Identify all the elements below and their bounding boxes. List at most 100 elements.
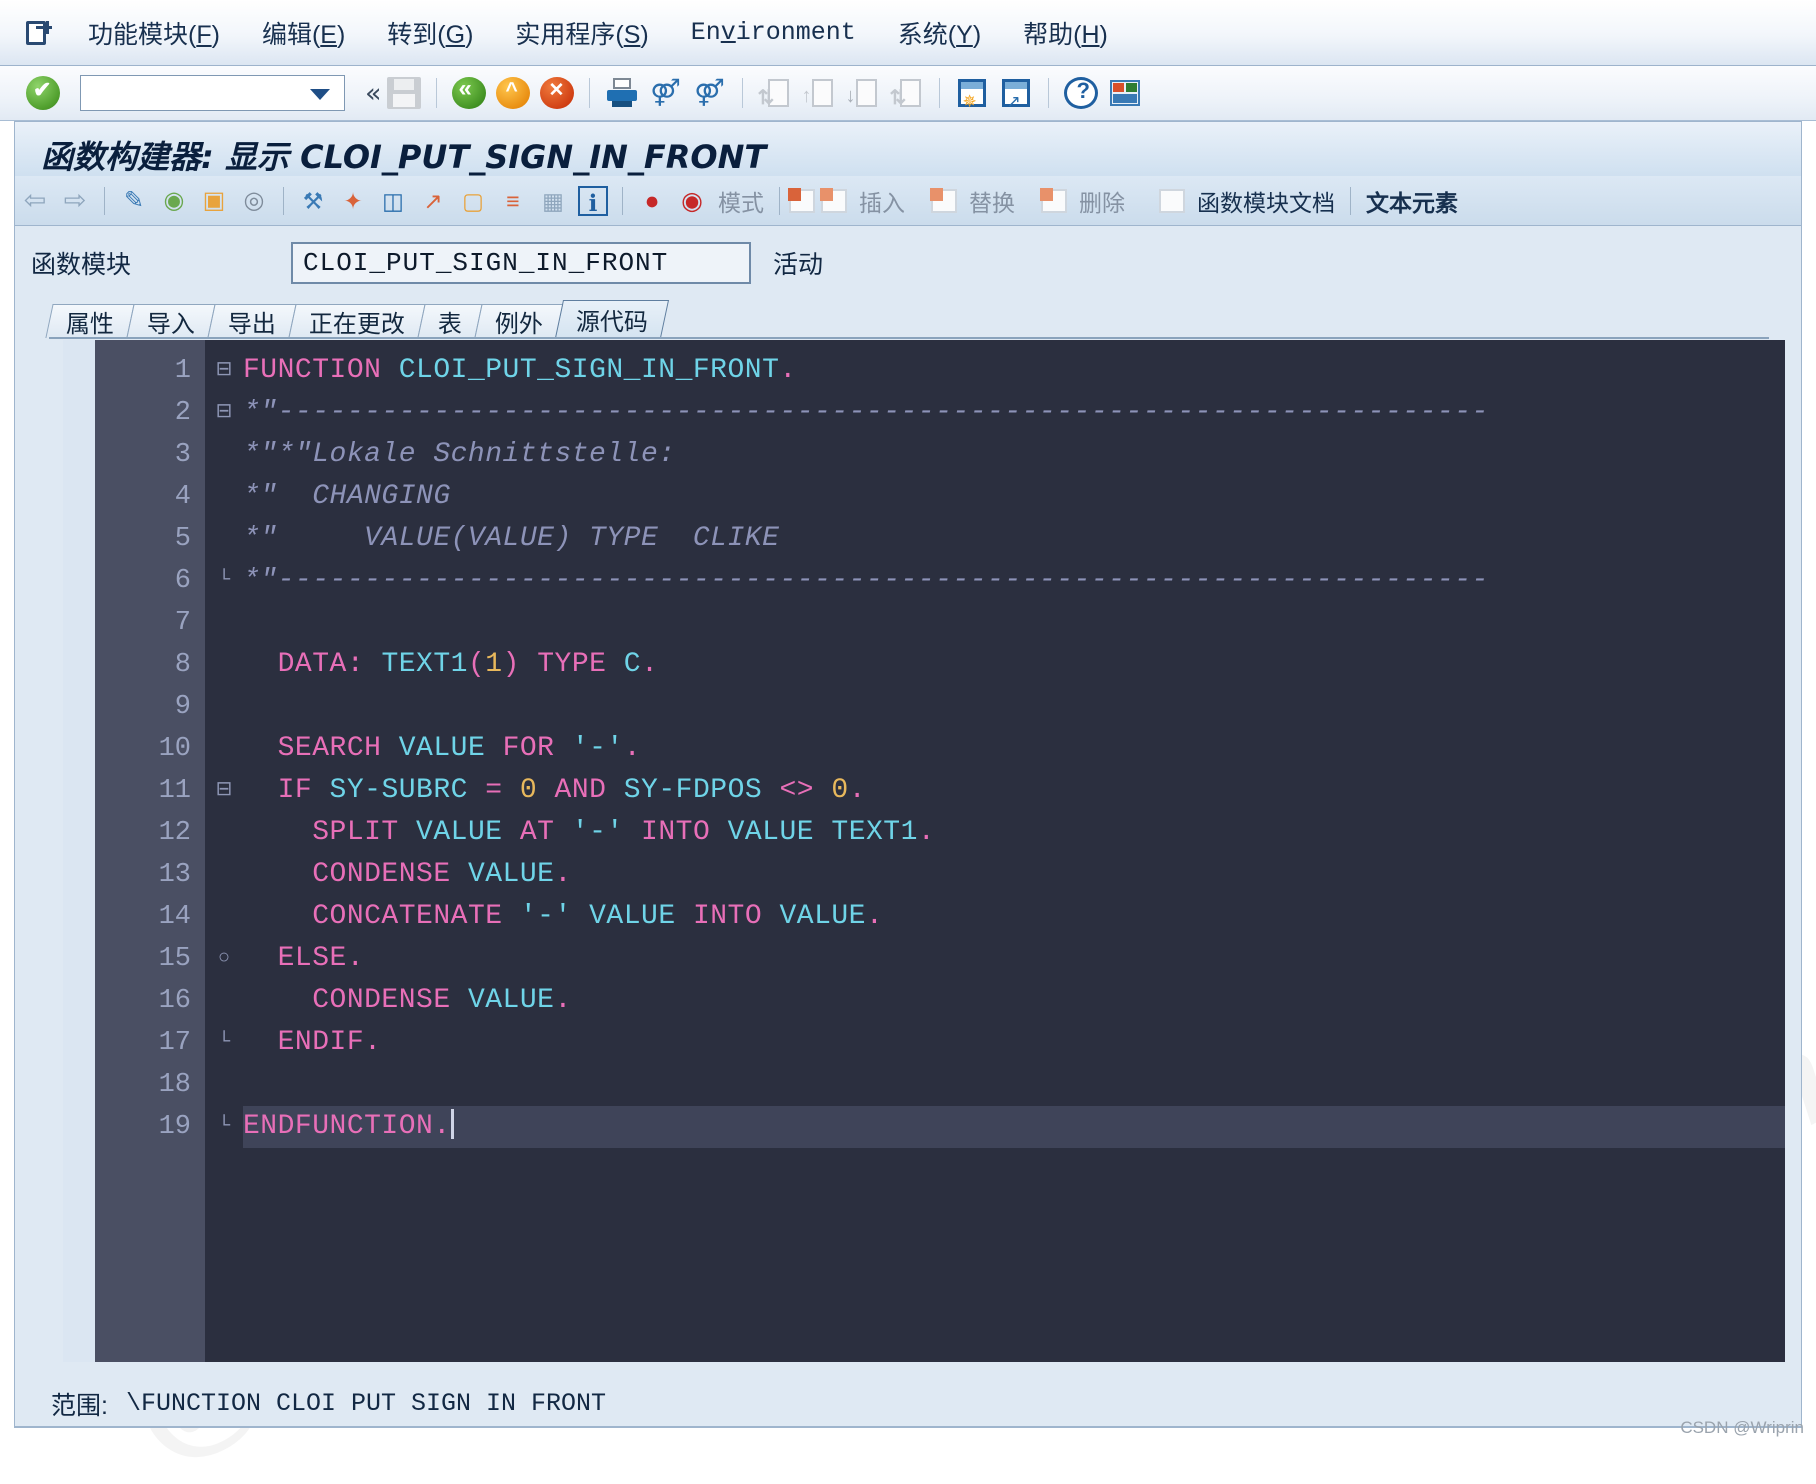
display-change-icon[interactable]: ✎	[119, 186, 149, 216]
tab-tables[interactable]: 表	[417, 304, 482, 338]
fold-toggle-icon[interactable]: └	[205, 1022, 243, 1064]
code-line[interactable]: *" CHANGING	[243, 476, 1785, 518]
next-object-icon[interactable]: ⇨	[60, 186, 90, 216]
split-screen-icon[interactable]: ≡	[498, 186, 528, 216]
code-line[interactable]: CONDENSE VALUE.	[243, 854, 1785, 896]
insert-icon[interactable]	[821, 189, 847, 213]
replace-icon[interactable]	[931, 189, 957, 213]
code-line[interactable]: IF SY-SUBRC = 0 AND SY-FDPOS <> 0.	[243, 770, 1785, 812]
code-line[interactable]: *"*"Lokale Schnittstelle:	[243, 434, 1785, 476]
code-line[interactable]	[243, 686, 1785, 728]
first-page-icon[interactable]: ⇅	[758, 77, 792, 109]
window-restore-icon[interactable]	[22, 18, 56, 48]
menu-item-system[interactable]: 系统(Y)	[884, 11, 995, 55]
info-icon[interactable]: ℹ	[578, 186, 608, 216]
tab-exceptions[interactable]: 例外	[474, 304, 563, 338]
where-used-icon[interactable]: ◫	[378, 186, 408, 216]
code-line[interactable]: ENDFUNCTION.	[243, 1106, 1785, 1148]
fold-spacer	[205, 644, 243, 686]
breakpoint-icon[interactable]: ●	[637, 186, 667, 216]
code-line[interactable]: SPLIT VALUE AT '-' INTO VALUE TEXT1.	[243, 812, 1785, 854]
fold-toggle-icon[interactable]: ⊟	[205, 770, 243, 812]
line-number: 12	[95, 812, 205, 854]
menu-item-edit[interactable]: 编辑(E)	[248, 11, 359, 55]
create-shortcut-icon[interactable]: ↗	[999, 77, 1033, 109]
menu-accesskey: S	[624, 21, 641, 49]
breakpoint-delete-icon[interactable]: ◉	[677, 186, 707, 216]
enter-ok-icon[interactable]	[26, 76, 60, 110]
fold-toggle-icon[interactable]: ○	[205, 938, 243, 980]
delete-icon[interactable]	[1041, 189, 1067, 213]
fold-toggle-icon[interactable]: ⊟	[205, 392, 243, 434]
menu-item-function-module[interactable]: 功能模块(F)	[74, 11, 234, 55]
last-page-icon[interactable]: ⇅	[890, 77, 924, 109]
layout-menu-icon[interactable]	[1108, 77, 1142, 109]
save-icon[interactable]	[387, 77, 421, 109]
code-line[interactable]: *" VALUE(VALUE) TYPE CLIKE	[243, 518, 1785, 560]
code-line[interactable]: ELSE.	[243, 938, 1785, 980]
cancel-icon[interactable]	[540, 77, 574, 109]
new-session-icon[interactable]: ✵	[955, 77, 989, 109]
code-line[interactable]: *"--------------------------------------…	[243, 392, 1785, 434]
help-icon[interactable]	[1064, 77, 1098, 109]
menu-tail: )	[465, 21, 473, 49]
fold-spacer	[205, 476, 243, 518]
fold-toggle-icon[interactable]: └	[205, 560, 243, 602]
text-elements-button[interactable]: 文本元素	[1366, 184, 1458, 218]
previous-object-icon[interactable]: ⇦	[20, 186, 50, 216]
find-next-icon[interactable]: ⚤	[693, 77, 727, 109]
tab-import[interactable]: 导入	[126, 304, 215, 338]
mode-button[interactable]: 模式	[718, 184, 764, 218]
block-icon[interactable]	[789, 189, 815, 213]
generate-icon[interactable]: ✦	[338, 186, 368, 216]
find-icon[interactable]: ⚤	[649, 77, 683, 109]
menu-item-goto[interactable]: 转到(G)	[373, 11, 487, 55]
tab-source-code[interactable]: 源代码	[555, 300, 669, 338]
replace-button[interactable]: 替换	[969, 184, 1015, 218]
command-input[interactable]	[87, 78, 315, 108]
pattern-icon[interactable]: ◎	[239, 186, 269, 216]
tab-export[interactable]: 导出	[207, 304, 296, 338]
document-icon[interactable]	[1159, 189, 1185, 213]
function-module-input[interactable]	[291, 242, 751, 284]
print-icon[interactable]	[605, 77, 639, 109]
code-line[interactable]: CONCATENATE '-' VALUE INTO VALUE.	[243, 896, 1785, 938]
collapse-icon[interactable]: «	[365, 78, 382, 109]
fold-toggle-icon[interactable]: ⊟	[205, 350, 243, 392]
code-line[interactable]	[243, 1064, 1785, 1106]
table-view-icon[interactable]: ▦	[538, 186, 568, 216]
pretty-printer-icon[interactable]: ⚒	[298, 186, 328, 216]
navigate-icon[interactable]: ↗	[418, 186, 448, 216]
code-line[interactable]: CONDENSE VALUE.	[243, 980, 1785, 1022]
fold-toggle-icon[interactable]: └	[205, 1106, 243, 1148]
tab-attributes[interactable]: 属性	[45, 304, 134, 338]
code-line[interactable]	[243, 602, 1785, 644]
chevron-down-icon[interactable]	[310, 89, 330, 100]
function-module-doc-button[interactable]: 函数模块文档	[1197, 184, 1335, 218]
code-line[interactable]: DATA: TEXT1(1) TYPE C.	[243, 644, 1785, 686]
code-editor[interactable]: 12345678910111213141516171819 ⊟⊟└⊟○└└ FU…	[63, 340, 1785, 1362]
back-icon[interactable]	[452, 77, 486, 109]
code-line[interactable]: *"--------------------------------------…	[243, 560, 1785, 602]
object-list-icon[interactable]: ▢	[458, 186, 488, 216]
menu-item-help[interactable]: 帮助(H)	[1009, 11, 1122, 55]
line-number-gutter: 12345678910111213141516171819	[95, 340, 205, 1362]
code-fold-column[interactable]: ⊟⊟└⊟○└└	[205, 340, 243, 1362]
tab-changing[interactable]: 正在更改	[288, 304, 425, 338]
check-icon[interactable]: ◉	[159, 186, 189, 216]
previous-page-icon[interactable]: ↑	[802, 77, 836, 109]
command-field[interactable]	[80, 75, 345, 111]
credit-watermark: CSDN @Wriprin	[1680, 1418, 1804, 1438]
code-lines[interactable]: FUNCTION CLOI_PUT_SIGN_IN_FRONT.*"------…	[243, 340, 1785, 1362]
code-line[interactable]: ENDIF.	[243, 1022, 1785, 1064]
activate-icon[interactable]: ▣	[199, 186, 229, 216]
delete-button[interactable]: 删除	[1079, 184, 1125, 218]
menu-item-utilities[interactable]: 实用程序(S)	[501, 11, 662, 55]
next-page-icon[interactable]: ↓	[846, 77, 880, 109]
exit-up-icon[interactable]	[496, 77, 530, 109]
menu-item-environment[interactable]: Environment	[677, 14, 870, 51]
code-line[interactable]: SEARCH VALUE FOR '-'.	[243, 728, 1785, 770]
insert-button[interactable]: 插入	[859, 184, 905, 218]
code-line[interactable]: FUNCTION CLOI_PUT_SIGN_IN_FRONT.	[243, 350, 1785, 392]
tab-bar: 属性 导入 导出 正在更改 表 例外 源代码	[49, 300, 664, 338]
